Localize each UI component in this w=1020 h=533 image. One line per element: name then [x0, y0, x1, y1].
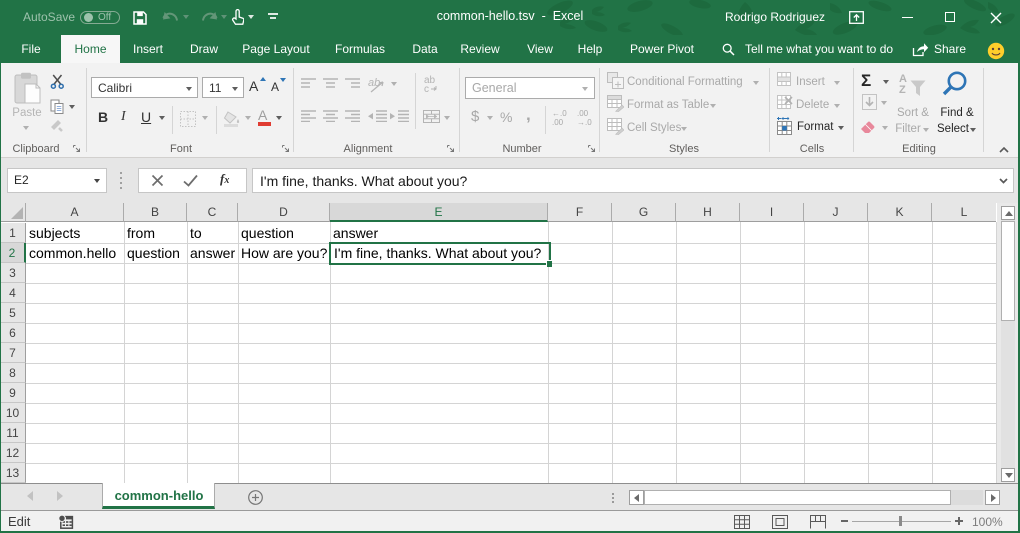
svg-text:c: c	[424, 84, 429, 94]
svg-text:ab: ab	[368, 77, 380, 89]
